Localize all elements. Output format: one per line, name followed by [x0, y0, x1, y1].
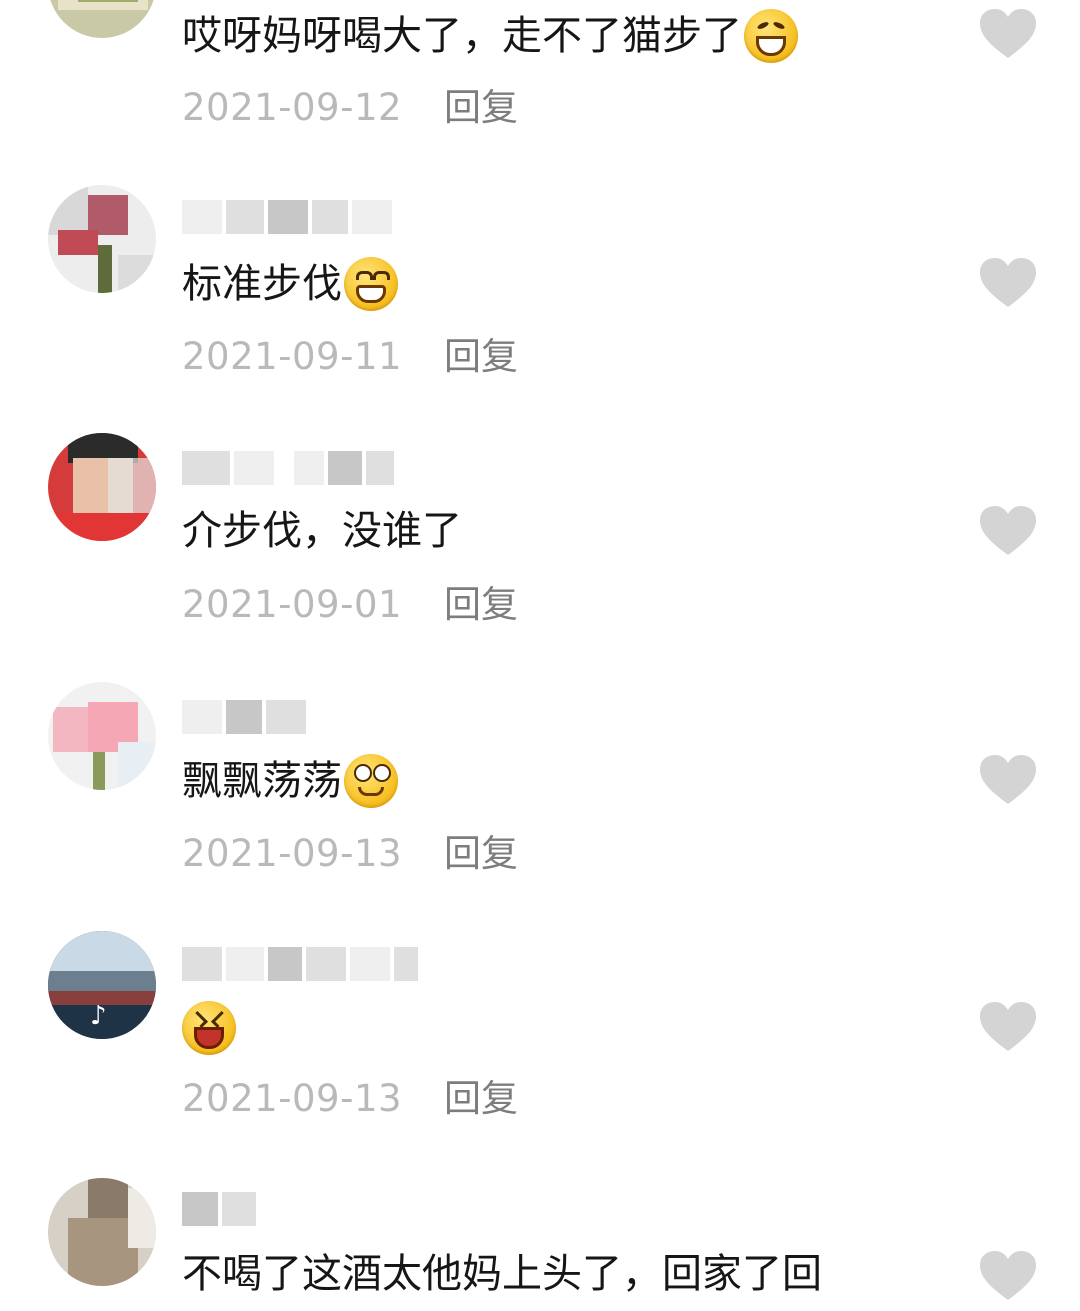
dizzy-smile-emoji — [344, 754, 398, 808]
reply-button[interactable]: 回复 — [444, 1077, 518, 1121]
laughing-squint-emoji — [182, 1001, 236, 1055]
username-blurred[interactable] — [182, 451, 394, 485]
comment-text: 介步伐，没谁了 — [182, 508, 462, 554]
music-note-icon: ♪ — [90, 1001, 107, 1031]
avatar[interactable] — [48, 433, 156, 541]
avatar[interactable] — [48, 185, 156, 293]
comment-date: 2021-09-11 — [182, 335, 403, 378]
reply-button[interactable]: 回复 — [444, 86, 518, 130]
comment-date: 2021-09-13 — [182, 832, 403, 875]
like-heart-icon[interactable] — [979, 1250, 1037, 1302]
comment-item: 不喝了这酒太他妈上头了，回家了回 — [0, 1178, 1080, 1311]
username-blurred[interactable] — [182, 200, 392, 234]
like-heart-icon[interactable] — [979, 8, 1037, 60]
username-blurred[interactable] — [182, 1192, 256, 1226]
comment-meta: 2021-09-01 回复 — [182, 583, 518, 627]
reply-button[interactable]: 回复 — [444, 832, 518, 876]
comment-item: 飘飘荡荡 2021-09-13 回复 — [0, 682, 1080, 930]
comment-text: 哎呀妈呀喝大了，走不了猫步了 — [182, 9, 798, 63]
grinning-teeth-emoji — [344, 257, 398, 311]
avatar[interactable] — [48, 1178, 156, 1286]
comment-date: 2021-09-13 — [182, 1077, 403, 1120]
like-heart-icon[interactable] — [979, 754, 1037, 806]
comment-item: ♪ 2021-09-13 回复 — [0, 931, 1080, 1179]
reply-button[interactable]: 回复 — [444, 583, 518, 627]
username-blurred[interactable] — [182, 700, 306, 734]
comment-item: 标准步伐 2021-09-11 回复 — [0, 185, 1080, 433]
reply-button[interactable]: 回复 — [444, 335, 518, 379]
comment-date: 2021-09-01 — [182, 583, 403, 626]
avatar[interactable]: ♪ — [48, 931, 156, 1039]
comment-text: 飘飘荡荡 — [182, 754, 398, 808]
username-blurred[interactable] — [182, 947, 418, 981]
like-heart-icon[interactable] — [979, 505, 1037, 557]
avatar[interactable] — [48, 0, 156, 38]
comment-meta: 2021-09-12 回复 — [182, 86, 518, 130]
comment-meta: 2021-09-13 回复 — [182, 832, 518, 876]
comment-meta: 2021-09-13 回复 — [182, 1077, 518, 1121]
like-heart-icon[interactable] — [979, 1001, 1037, 1053]
like-heart-icon[interactable] — [979, 257, 1037, 309]
comment-text — [182, 1001, 236, 1055]
rolling-laughing-emoji — [744, 9, 798, 63]
comment-meta: 2021-09-11 回复 — [182, 335, 518, 379]
comment-item: 介步伐，没谁了 2021-09-01 回复 — [0, 433, 1080, 681]
comment-item: 哎呀妈呀喝大了，走不了猫步了 2021-09-12 回复 — [0, 0, 1080, 129]
comment-date: 2021-09-12 — [182, 86, 403, 129]
avatar[interactable] — [48, 682, 156, 790]
comment-text: 不喝了这酒太他妈上头了，回家了回 — [182, 1251, 822, 1297]
comment-text: 标准步伐 — [182, 257, 398, 311]
